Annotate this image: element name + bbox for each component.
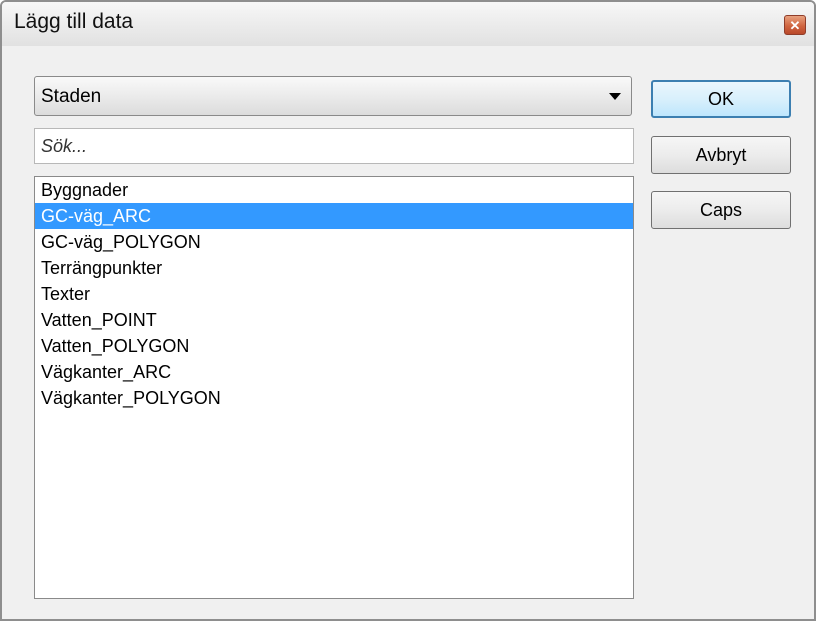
dialog-title: Lägg till data xyxy=(14,10,134,33)
list-item[interactable]: Texter xyxy=(35,281,633,307)
list-item[interactable]: Vatten_POLYGON xyxy=(35,333,633,359)
list-item[interactable]: Terrängpunkter xyxy=(35,255,633,281)
cancel-button[interactable]: Avbryt xyxy=(651,136,791,174)
search-input[interactable] xyxy=(34,128,634,164)
list-item[interactable]: Vatten_POINT xyxy=(35,307,633,333)
ok-button[interactable]: OK xyxy=(651,80,791,118)
add-data-dialog: Lägg till data ✕ Staden Byggnader GC-väg… xyxy=(0,0,816,621)
chevron-down-icon xyxy=(609,93,621,100)
close-icon: ✕ xyxy=(789,18,801,33)
list-item[interactable]: Vägkanter_POLYGON xyxy=(35,385,633,411)
layer-listbox[interactable]: Byggnader GC-väg_ARC GC-väg_POLYGON Terr… xyxy=(34,176,634,599)
dialog-body: Staden Byggnader GC-väg_ARC GC-väg_POLYG… xyxy=(10,48,804,611)
close-button[interactable]: ✕ xyxy=(784,15,806,35)
caps-button[interactable]: Caps xyxy=(651,191,791,229)
source-dropdown[interactable]: Staden xyxy=(34,76,632,116)
source-dropdown-value: Staden xyxy=(41,86,102,107)
title-bar[interactable]: Lägg till data ✕ xyxy=(2,2,814,46)
list-item[interactable]: Byggnader xyxy=(35,177,633,203)
list-item[interactable]: GC-väg_POLYGON xyxy=(35,229,633,255)
list-item[interactable]: Vägkanter_ARC xyxy=(35,359,633,385)
list-item-selected[interactable]: GC-väg_ARC xyxy=(35,203,633,229)
